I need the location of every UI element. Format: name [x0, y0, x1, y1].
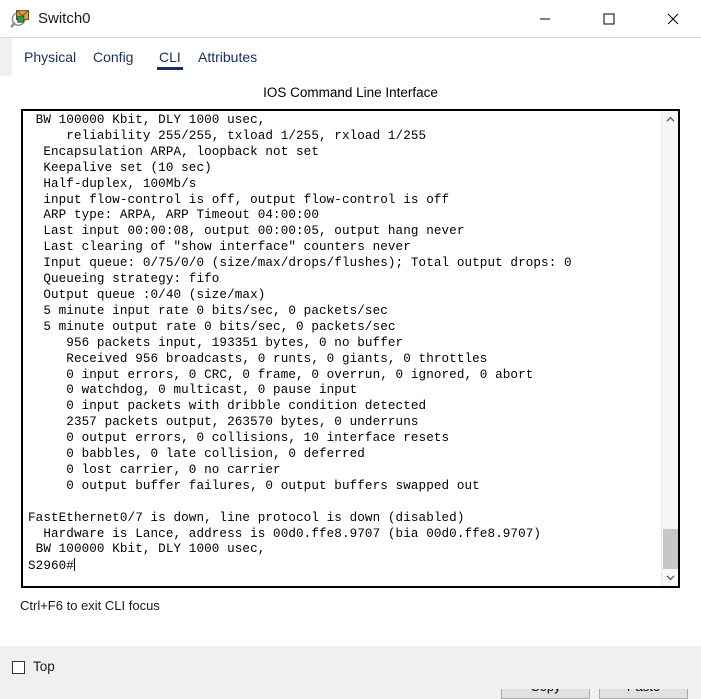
window-title-bar: Switch0	[0, 0, 701, 38]
window-bottom-bar: Top	[0, 646, 701, 689]
cli-prompt-text: S2960#	[28, 559, 74, 574]
cli-terminal-output[interactable]: BW 100000 Kbit, DLY 1000 usec, reliabili…	[23, 111, 661, 586]
maximize-icon	[603, 13, 615, 24]
top-checkbox-label: Top	[33, 659, 55, 674]
minimize-button[interactable]	[522, 0, 568, 37]
close-icon	[667, 13, 679, 24]
window-title: Switch0	[38, 10, 91, 27]
tab-config[interactable]: Config	[91, 38, 135, 76]
scroll-up-button[interactable]	[662, 111, 678, 128]
cli-panel: IOS Command Line Interface BW 100000 Kbi…	[12, 76, 689, 699]
scroll-down-button[interactable]	[662, 569, 678, 586]
tab-cli[interactable]: CLI	[157, 38, 183, 76]
top-checkbox-row[interactable]: Top	[12, 659, 55, 675]
cli-output-text: BW 100000 Kbit, DLY 1000 usec, reliabili…	[28, 113, 572, 557]
minimize-icon	[540, 18, 550, 19]
maximize-button[interactable]	[586, 0, 632, 37]
top-checkbox[interactable]	[12, 660, 25, 674]
cli-vertical-scrollbar[interactable]	[661, 111, 678, 586]
tab-attributes[interactable]: Attributes	[196, 38, 259, 76]
tab-physical[interactable]: Physical	[22, 38, 78, 76]
switch-device-window: Switch0 Physical Config CLI Attributes I…	[0, 0, 701, 699]
close-button[interactable]	[650, 0, 696, 37]
cli-terminal-frame: BW 100000 Kbit, DLY 1000 usec, reliabili…	[21, 109, 680, 588]
tab-strip: Physical Config CLI Attributes	[0, 38, 701, 76]
inspect-magnifier-icon	[10, 8, 32, 30]
scrollbar-thumb[interactable]	[663, 529, 678, 570]
cli-prompt-line: S2960#	[28, 558, 661, 575]
cli-header-label: IOS Command Line Interface	[263, 85, 438, 100]
chevron-down-icon	[666, 575, 674, 581]
cli-focus-hint: Ctrl+F6 to exit CLI focus	[20, 598, 160, 613]
chevron-up-icon	[666, 116, 674, 122]
cli-text-caret	[73, 558, 75, 572]
tab-strip-surface: Physical Config CLI Attributes	[12, 38, 701, 76]
